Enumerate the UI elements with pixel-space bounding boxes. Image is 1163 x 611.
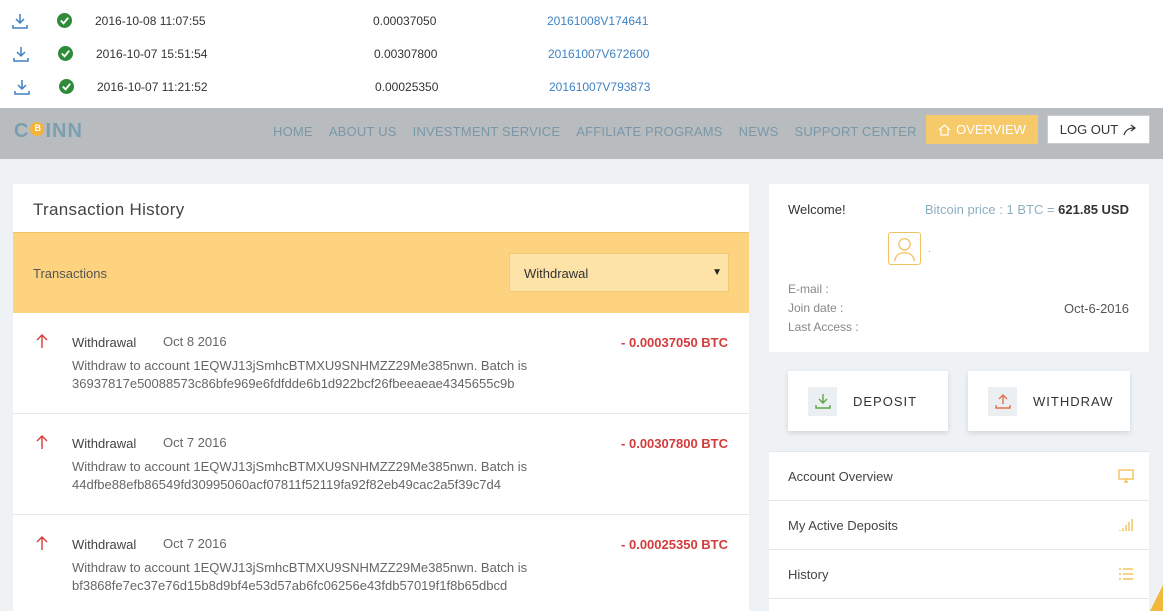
deposit-button[interactable]: DEPOSIT: [788, 371, 948, 431]
nav-news[interactable]: NEWS: [739, 124, 779, 139]
menu-history[interactable]: History: [769, 549, 1149, 598]
arrow-up-icon: [36, 334, 48, 348]
withdraw-label: WITHDRAW: [1033, 393, 1114, 409]
receipt-amount: 0.00037050: [373, 14, 437, 28]
arrow-up-icon: [36, 435, 48, 449]
menu-active-deposits[interactable]: My Active Deposits: [769, 500, 1149, 549]
entry-date: Oct 7 2016: [163, 435, 227, 450]
check-icon: [58, 46, 73, 61]
join-date-value: Oct-6-2016: [1063, 301, 1129, 316]
withdraw-icon: [988, 386, 1017, 416]
entry-amount: - 0.00307800 BTC: [621, 436, 728, 451]
menu-label: My Active Deposits: [788, 518, 898, 533]
logout-arrow-icon: [1123, 124, 1137, 135]
logo-text-start: C: [14, 120, 30, 142]
withdraw-button[interactable]: WITHDRAW: [968, 371, 1130, 431]
check-icon: [59, 79, 74, 94]
entry-description: Withdraw to account 1EQWJ13jSmhcBTMXU9SN…: [72, 459, 528, 492]
monitor-icon: [1118, 469, 1134, 483]
receipt-row: 2016-10-08 11:07:55 0.00037050 20161008V…: [0, 11, 700, 31]
receipt-row: 2016-10-07 11:21:52 0.00025350 20161007V…: [2, 77, 702, 97]
email-label: E-mail :: [788, 282, 829, 296]
bitcoin-price-label: Bitcoin price : 1 BTC =: [924, 202, 1055, 217]
download-icon[interactable]: [12, 13, 28, 29]
nav-investment-service[interactable]: INVESTMENT SERVICE: [413, 124, 561, 139]
account-summary: Welcome! Bitcoin price : 1 BTC = 621.85 …: [769, 184, 1149, 352]
entry-amount: - 0.00037050 BTC: [621, 335, 728, 350]
nav-about-us[interactable]: ABOUT US: [329, 124, 397, 139]
list-icon: [1119, 568, 1133, 580]
bitcoin-price: Bitcoin price : 1 BTC = 621.85 USD: [925, 202, 1129, 217]
deposit-icon: [808, 386, 837, 416]
receipt-strip: 2016-10-08 11:07:55 0.00037050 20161008V…: [0, 0, 1163, 108]
scroll-corner-decoration: [1150, 585, 1163, 611]
welcome-text: Welcome!: [788, 202, 846, 217]
home-icon: [938, 123, 951, 136]
logout-label: LOG OUT: [1059, 122, 1119, 137]
receipt-datetime: 2016-10-07 15:51:54: [96, 47, 208, 61]
action-buttons: DEPOSIT WITHDRAW: [769, 352, 1149, 451]
filter-label: Transactions: [33, 266, 107, 281]
check-icon: [57, 13, 72, 28]
entry-description: Withdraw to account 1EQWJ13jSmhcBTMXU9SN…: [72, 560, 528, 593]
receipt-row: 2016-10-07 15:51:54 0.00307800 20161007V…: [1, 44, 701, 64]
transaction-entry: Withdrawal Oct 8 2016 - 0.00037050 BTC W…: [13, 313, 749, 414]
entry-type: Withdrawal: [72, 537, 137, 552]
entry-description: Withdraw to account 1EQWJ13jSmhcBTMXU9SN…: [72, 358, 528, 391]
transaction-entry: Withdrawal Oct 7 2016 - 0.00025350 BTC W…: [13, 515, 749, 611]
overview-label: OVERVIEW: [956, 122, 1026, 137]
logo-text-end: INN: [45, 120, 83, 142]
username-text: .: [928, 244, 931, 255]
menu-label: History: [788, 567, 829, 582]
receipt-datetime: 2016-10-08 11:07:55: [95, 14, 206, 28]
receipt-amount: 0.00307800: [374, 47, 438, 61]
avatar: [888, 232, 921, 265]
caret-down-icon: ▼: [712, 267, 722, 278]
receipt-amount: 0.00025350: [375, 80, 439, 94]
filter-bar: Transactions Withdrawal ▼: [13, 232, 749, 313]
nav-support-center[interactable]: SUPPORT CENTER: [794, 124, 916, 139]
site-logo[interactable]: C INN: [14, 120, 83, 143]
receipt-batch-link[interactable]: 20161007V672600: [548, 47, 649, 61]
deposit-label: DEPOSIT: [853, 393, 918, 409]
transaction-history-panel: Transaction History Transactions Withdra…: [13, 184, 749, 611]
receipt-batch-link[interactable]: 20161007V793873: [549, 80, 650, 94]
transaction-type-select[interactable]: Withdrawal ▼: [509, 253, 729, 292]
menu-more: [769, 598, 1149, 611]
bitcoin-coin-icon: [30, 122, 45, 136]
join-date-label: Join date :: [788, 301, 844, 315]
last-access-label: Last Access :: [788, 320, 859, 334]
menu-label: Account Overview: [788, 469, 893, 484]
nav-home[interactable]: HOME: [273, 124, 313, 139]
download-icon[interactable]: [13, 46, 29, 62]
nav-affiliate-programs[interactable]: AFFILIATE PROGRAMS: [576, 124, 722, 139]
page-title: Transaction History: [33, 200, 185, 219]
entry-amount: - 0.00025350 BTC: [621, 537, 728, 552]
entry-type: Withdrawal: [72, 436, 137, 451]
arrow-up-icon: [36, 536, 48, 550]
menu-account-overview[interactable]: Account Overview: [769, 451, 1149, 500]
entry-date: Oct 8 2016: [163, 334, 227, 349]
receipt-datetime: 2016-10-07 11:21:52: [97, 80, 208, 94]
nav-links: HOME ABOUT US INVESTMENT SERVICE AFFILIA…: [273, 124, 917, 139]
overview-button[interactable]: OVERVIEW: [926, 115, 1038, 144]
transaction-entry: Withdrawal Oct 7 2016 - 0.00307800 BTC W…: [13, 414, 749, 515]
entry-type: Withdrawal: [72, 335, 137, 350]
download-icon[interactable]: [14, 79, 30, 95]
receipt-batch-link[interactable]: 20161008V174641: [547, 14, 648, 28]
bitcoin-price-value: 621.85 USD: [1058, 202, 1129, 217]
logout-button[interactable]: LOG OUT: [1047, 115, 1150, 144]
select-value: Withdrawal: [524, 266, 589, 281]
signal-bars-icon: [1119, 519, 1133, 531]
entry-date: Oct 7 2016: [163, 536, 227, 551]
